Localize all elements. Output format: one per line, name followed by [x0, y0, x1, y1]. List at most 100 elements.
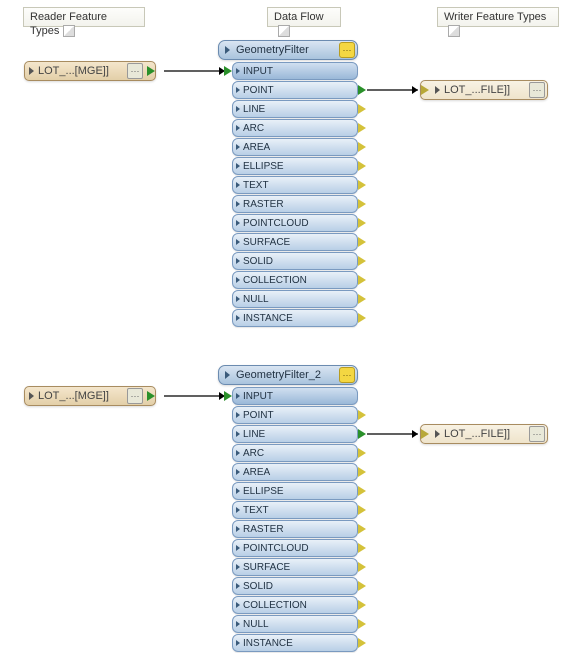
port-out-arrow-icon[interactable]	[358, 600, 366, 610]
port-out-arrow-icon[interactable]	[358, 638, 366, 648]
transformer-geometryfilter[interactable]: GeometryFilter ⋯ INPUT POINT LINE ARC AREA E…	[218, 40, 358, 328]
port-out-arrow-icon[interactable]	[358, 562, 366, 572]
port-label: INPUT	[243, 391, 357, 402]
port-label: ELLIPSE	[243, 486, 357, 497]
port-out-arrow-icon[interactable]	[358, 256, 366, 266]
port-label: LINE	[243, 429, 357, 440]
port-input[interactable]: INPUT	[232, 387, 358, 405]
port-out-arrow-icon[interactable]	[358, 429, 366, 439]
port-point[interactable]: POINT	[232, 81, 358, 99]
port-label: ELLIPSE	[243, 161, 357, 172]
expand-icon	[29, 392, 34, 400]
writer-feature-type-1[interactable]: LOT_...FILE]] ⋯	[420, 80, 548, 100]
port-out-arrow-icon[interactable]	[358, 275, 366, 285]
gear-icon[interactable]: ⋯	[529, 426, 545, 442]
port-label: ARC	[243, 123, 357, 134]
gear-icon[interactable]: ⋯	[127, 63, 143, 79]
writer-feature-types-header[interactable]: Writer Feature Types	[437, 7, 559, 27]
input-port-icon[interactable]	[421, 429, 429, 439]
port-collection[interactable]: COLLECTION	[232, 596, 358, 614]
properties-icon[interactable]: ⋯	[339, 367, 355, 383]
port-surface[interactable]: SURFACE	[232, 233, 358, 251]
chevron-right-icon	[236, 144, 240, 150]
port-point[interactable]: POINT	[232, 406, 358, 424]
port-in-arrow-icon[interactable]	[224, 391, 232, 401]
chevron-right-icon	[236, 201, 240, 207]
port-collection[interactable]: COLLECTION	[232, 271, 358, 289]
port-raster[interactable]: RASTER	[232, 520, 358, 538]
port-null[interactable]: NULL	[232, 290, 358, 308]
port-pointcloud[interactable]: POINTCLOUD	[232, 539, 358, 557]
port-arc[interactable]: ARC	[232, 119, 358, 137]
fold-icon	[448, 25, 460, 37]
port-label: POINTCLOUD	[243, 218, 357, 229]
writer-feature-type-2[interactable]: LOT_...FILE]] ⋯	[420, 424, 548, 444]
port-instance[interactable]: INSTANCE	[232, 309, 358, 327]
port-out-arrow-icon[interactable]	[358, 467, 366, 477]
port-out-arrow-icon[interactable]	[358, 410, 366, 420]
gear-icon[interactable]: ⋯	[127, 388, 143, 404]
port-solid[interactable]: SOLID	[232, 577, 358, 595]
port-label: INSTANCE	[243, 313, 357, 324]
port-surface[interactable]: SURFACE	[232, 558, 358, 576]
port-label: RASTER	[243, 199, 357, 210]
port-instance[interactable]: INSTANCE	[232, 634, 358, 652]
port-out-arrow-icon[interactable]	[358, 486, 366, 496]
input-port-icon[interactable]	[421, 85, 429, 95]
properties-icon[interactable]: ⋯	[339, 42, 355, 58]
port-out-arrow-icon[interactable]	[358, 237, 366, 247]
port-out-arrow-icon[interactable]	[358, 505, 366, 515]
reader-feature-type-1[interactable]: LOT_...[MGE]] ⋯	[24, 61, 156, 81]
reader-feature-types-header[interactable]: Reader Feature Types	[23, 7, 145, 27]
port-ellipse[interactable]: ELLIPSE	[232, 157, 358, 175]
port-label: POINT	[243, 85, 357, 96]
port-out-arrow-icon[interactable]	[358, 85, 366, 95]
port-out-arrow-icon[interactable]	[358, 180, 366, 190]
chevron-right-icon	[236, 583, 240, 589]
transformer-geometryfilter-2[interactable]: GeometryFilter_2 ⋯ INPUT POINT LINE ARCARE…	[218, 365, 358, 653]
port-raster[interactable]: RASTER	[232, 195, 358, 213]
transformer-header[interactable]: GeometryFilter ⋯	[218, 40, 358, 60]
port-out-arrow-icon[interactable]	[358, 543, 366, 553]
port-null[interactable]: NULL	[232, 615, 358, 633]
data-flow-header[interactable]: Data Flow	[267, 7, 341, 27]
output-port-icon[interactable]	[147, 66, 155, 76]
port-solid[interactable]: SOLID	[232, 252, 358, 270]
port-area[interactable]: AREA	[232, 138, 358, 156]
port-out-arrow-icon[interactable]	[358, 123, 366, 133]
port-out-arrow-icon[interactable]	[358, 581, 366, 591]
port-out-arrow-icon[interactable]	[358, 313, 366, 323]
gear-icon[interactable]: ⋯	[529, 82, 545, 98]
port-arc[interactable]: ARC	[232, 444, 358, 462]
port-label: TEXT	[243, 505, 357, 516]
port-out-arrow-icon[interactable]	[358, 294, 366, 304]
port-in-arrow-icon[interactable]	[224, 66, 232, 76]
port-out-arrow-icon[interactable]	[358, 199, 366, 209]
port-out-arrow-icon[interactable]	[358, 142, 366, 152]
port-pointcloud[interactable]: POINTCLOUD	[232, 214, 358, 232]
port-line[interactable]: LINE	[232, 100, 358, 118]
port-out-arrow-icon[interactable]	[358, 218, 366, 228]
port-ellipse[interactable]: ELLIPSE	[232, 482, 358, 500]
port-line[interactable]: LINE	[232, 425, 358, 443]
reader-feature-type-2[interactable]: LOT_...[MGE]] ⋯	[24, 386, 156, 406]
port-out-arrow-icon[interactable]	[358, 448, 366, 458]
chevron-right-icon	[236, 68, 240, 74]
port-label: POINTCLOUD	[243, 543, 357, 554]
port-out-arrow-icon[interactable]	[358, 104, 366, 114]
expand-icon	[225, 371, 230, 379]
output-port-icon[interactable]	[147, 391, 155, 401]
port-out-arrow-icon[interactable]	[358, 161, 366, 171]
port-text[interactable]: TEXT	[232, 176, 358, 194]
port-out-arrow-icon[interactable]	[358, 524, 366, 534]
transformer-header[interactable]: GeometryFilter_2 ⋯	[218, 365, 358, 385]
port-text[interactable]: TEXT	[232, 501, 358, 519]
chevron-right-icon	[236, 163, 240, 169]
chevron-right-icon	[236, 640, 240, 646]
port-label: NULL	[243, 619, 357, 630]
port-area[interactable]: AREA	[232, 463, 358, 481]
port-label: COLLECTION	[243, 600, 357, 611]
expand-icon	[435, 86, 440, 94]
port-out-arrow-icon[interactable]	[358, 619, 366, 629]
port-input[interactable]: INPUT	[232, 62, 358, 80]
